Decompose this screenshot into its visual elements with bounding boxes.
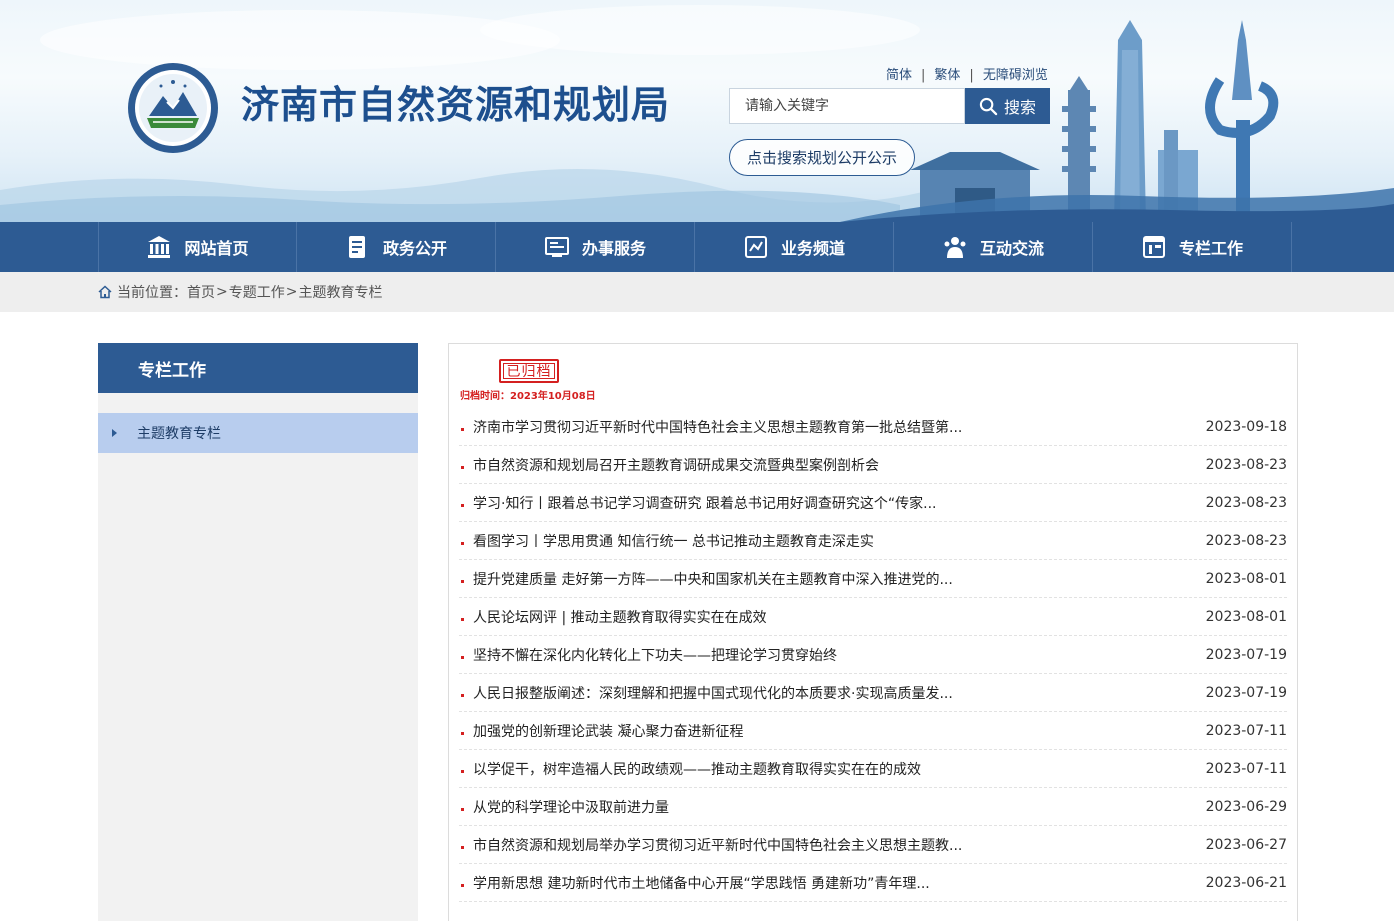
news-title[interactable]: 以学促干，树牢造福人民的政绩观——推动主题教育取得实实在在的成效 <box>473 759 1197 779</box>
bullet-dot <box>461 542 464 545</box>
news-date: 2023-08-23 <box>1205 532 1287 549</box>
breadcrumb-home-link[interactable]: 首页 <box>187 282 215 302</box>
news-item[interactable]: 市自然资源和规划局举办学习贯彻习近平新时代中国特色社会主义思想主题教... 202… <box>459 826 1287 864</box>
nav-item-label: 网站首页 <box>184 239 249 258</box>
news-title[interactable]: 学用新思想 建功新时代市土地储备中心开展“学思践悟 勇建新功”青年理... <box>473 873 1197 893</box>
bullet-dot <box>461 428 464 431</box>
nav-item-gov-affairs[interactable]: 政务公开 <box>297 222 496 272</box>
bullet-dot <box>461 884 464 887</box>
news-title[interactable]: 市自然资源和规划局举办学习贯彻习近平新时代中国特色社会主义思想主题教... <box>473 835 1197 855</box>
bullet-dot <box>461 580 464 583</box>
bullet-dot <box>461 504 464 507</box>
news-date: 2023-06-27 <box>1205 836 1287 853</box>
news-item[interactable]: 以学促干，树牢造福人民的政绩观——推动主题教育取得实实在在的成效 2023-07-… <box>459 750 1287 788</box>
archived-stamp: 已归档 <box>499 359 559 383</box>
news-title[interactable]: 加强党的创新理论武装 凝心聚力奋进新征程 <box>473 721 1197 741</box>
breadcrumb-topic-work-link[interactable]: 专题工作 <box>229 282 285 302</box>
news-title[interactable]: 济南市学习贯彻习近平新时代中国特色社会主义思想主题教育第一批总结暨第... <box>473 417 1197 437</box>
breadcrumb: 当前位置： 首页 > 专题工作 > 主题教育专栏 <box>98 272 382 312</box>
nav-item-column-work[interactable]: 专栏工作 <box>1093 222 1292 272</box>
archive-time: 归档时间：2023年10月08日 <box>460 391 596 402</box>
sidebar: 专栏工作 主题教育专栏 <box>98 343 418 921</box>
bullet-dot <box>461 656 464 659</box>
news-title[interactable]: 坚持不懈在深化内化转化上下功夫——把理论学习贯穿始终 <box>473 645 1197 665</box>
document-icon <box>348 236 365 258</box>
home-icon <box>98 285 112 299</box>
news-date: 2023-08-23 <box>1205 494 1287 511</box>
nav-item-interaction[interactable]: 互动交流 <box>894 222 1093 272</box>
bureau-emblem-icon[interactable] <box>127 62 219 154</box>
news-date: 2023-07-19 <box>1205 646 1287 663</box>
nav-item-label: 专栏工作 <box>1178 239 1243 258</box>
service-desk-icon <box>544 237 569 257</box>
nav-item-label: 办事服务 <box>581 239 646 258</box>
news-title[interactable]: 人民日报整版阐述：深刻理解和把握中国式现代化的本质要求·实现高质量发... <box>473 683 1197 703</box>
news-date: 2023-06-29 <box>1205 798 1287 815</box>
news-item[interactable]: 看图学习丨学思用贯通 知信行统一 总书记推动主题教育走深走实 2023-08-23 <box>459 522 1287 560</box>
news-date: 2023-06-21 <box>1205 874 1287 891</box>
bullet-dot <box>461 732 464 735</box>
sidebar-title: 专栏工作 <box>98 343 418 393</box>
bullet-dot <box>461 694 464 697</box>
news-title[interactable]: 看图学习丨学思用贯通 知信行统一 总书记推动主题教育走深走实 <box>473 531 1197 551</box>
site-title: 济南市自然资源和规划局 <box>241 83 671 127</box>
news-panel: 已归档 归档时间：2023年10月08日 济南市学习贯彻习近平新时代中国特色社会… <box>448 343 1298 921</box>
news-list: 济南市学习贯彻习近平新时代中国特色社会主义思想主题教育第一批总结暨第... 202… <box>459 408 1287 902</box>
city-skyline-illustration <box>840 20 1394 222</box>
nav-item-home[interactable]: 网站首页 <box>98 222 297 272</box>
bullet-dot <box>461 618 464 621</box>
news-item[interactable]: 人民日报整版阐述：深刻理解和把握中国式现代化的本质要求·实现高质量发... 202… <box>459 674 1287 712</box>
news-date: 2023-08-23 <box>1205 456 1287 473</box>
news-date: 2023-07-19 <box>1205 684 1287 701</box>
news-date: 2023-07-11 <box>1205 760 1287 777</box>
nav-item-services[interactable]: 办事服务 <box>496 222 695 272</box>
caret-right-icon <box>112 429 117 437</box>
breadcrumb-separator: > <box>285 284 298 300</box>
news-item[interactable]: 学用新思想 建功新时代市土地储备中心开展“学思践悟 勇建新功”青年理... 202… <box>459 864 1287 902</box>
news-date: 2023-08-01 <box>1205 608 1287 625</box>
breadcrumb-separator: > <box>216 284 228 300</box>
news-item[interactable]: 坚持不懈在深化内化转化上下功夫——把理论学习贯穿始终 2023-07-19 <box>459 636 1287 674</box>
nav-item-label: 互动交流 <box>979 239 1044 258</box>
sidebar-item-label: 主题教育专栏 <box>137 426 221 442</box>
main-nav: 网站首页 政务公开 办事服务 业务频道 互动交流 专栏工作 <box>0 222 1394 272</box>
news-item[interactable]: 从党的科学理论中汲取前进力量 2023-06-29 <box>459 788 1287 826</box>
nav-item-business-channel[interactable]: 业务频道 <box>695 222 894 272</box>
bullet-dot <box>461 466 464 469</box>
news-item[interactable]: 人民论坛网评 | 推动主题教育取得实实在在成效 2023-08-01 <box>459 598 1287 636</box>
header-banner: 济南市自然资源和规划局 简体|繁体|无障碍浏览 搜索 点击搜索规划公开公示 <box>0 0 1394 222</box>
home-building-icon <box>148 236 171 258</box>
bullet-dot <box>461 770 464 773</box>
breadcrumb-bar: 当前位置： 首页 > 专题工作 > 主题教育专栏 <box>0 272 1394 312</box>
news-title[interactable]: 市自然资源和规划局召开主题教育调研成果交流暨典型案例剖析会 <box>473 455 1197 475</box>
channel-icon <box>744 236 767 258</box>
column-icon <box>1142 236 1165 258</box>
news-title[interactable]: 提升党建质量 走好第一方阵——中央和国家机关在主题教育中深入推进党的... <box>473 569 1197 589</box>
nav-item-label: 政务公开 <box>382 239 447 258</box>
news-date: 2023-07-11 <box>1205 722 1287 739</box>
news-item[interactable]: 济南市学习贯彻习近平新时代中国特色社会主义思想主题教育第一批总结暨第... 202… <box>459 408 1287 446</box>
breadcrumb-current-link[interactable]: 主题教育专栏 <box>298 282 382 302</box>
news-title[interactable]: 学习·知行丨跟着总书记学习调查研究 跟着总书记用好调查研究这个“传家... <box>473 493 1197 513</box>
bullet-dot <box>461 846 464 849</box>
news-item[interactable]: 提升党建质量 走好第一方阵——中央和国家机关在主题教育中深入推进党的... 202… <box>459 560 1287 598</box>
nav-item-label: 业务频道 <box>780 239 845 258</box>
people-icon <box>944 237 966 258</box>
news-date: 2023-08-01 <box>1205 570 1287 587</box>
news-item[interactable]: 市自然资源和规划局召开主题教育调研成果交流暨典型案例剖析会 2023-08-23 <box>459 446 1287 484</box>
news-title[interactable]: 从党的科学理论中汲取前进力量 <box>473 797 1197 817</box>
sidebar-item-theme-education[interactable]: 主题教育专栏 <box>98 413 418 453</box>
news-item[interactable]: 学习·知行丨跟着总书记学习调查研究 跟着总书记用好调查研究这个“传家... 202… <box>459 484 1287 522</box>
breadcrumb-prefix: 当前位置： <box>117 285 187 301</box>
news-title[interactable]: 人民论坛网评 | 推动主题教育取得实实在在成效 <box>473 607 1197 627</box>
news-date: 2023-09-18 <box>1205 418 1287 435</box>
news-item[interactable]: 加强党的创新理论武装 凝心聚力奋进新征程 2023-07-11 <box>459 712 1287 750</box>
bullet-dot <box>461 808 464 811</box>
